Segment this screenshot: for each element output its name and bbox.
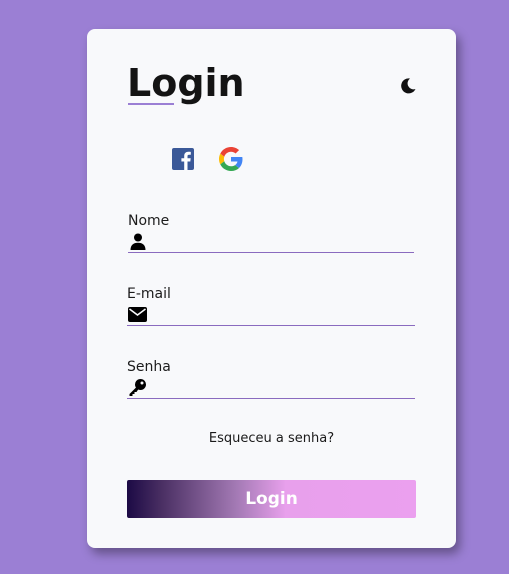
title-underline [128, 103, 174, 105]
email-input[interactable] [147, 304, 415, 324]
key-icon [127, 378, 147, 396]
facebook-icon [172, 148, 194, 170]
google-login-button[interactable] [219, 147, 243, 171]
user-icon [128, 232, 148, 250]
forgot-password-link[interactable]: Esqueceu a senha? [87, 431, 456, 446]
password-field: Senha [127, 358, 415, 399]
email-label: E-mail [127, 286, 171, 302]
envelope-icon [127, 305, 147, 323]
password-input-row [127, 376, 415, 399]
login-card: Login Nome E-mail Senha Esqueceu a senha… [87, 29, 456, 548]
email-input-row [127, 303, 415, 326]
theme-toggle-button[interactable] [399, 77, 417, 95]
email-field: E-mail [127, 285, 415, 326]
moon-icon [401, 78, 416, 94]
login-button[interactable]: Login [127, 480, 416, 518]
password-input[interactable] [147, 377, 415, 397]
facebook-login-button[interactable] [171, 147, 195, 171]
name-input-row [128, 230, 414, 253]
name-label: Nome [128, 213, 170, 229]
name-input[interactable] [148, 231, 414, 251]
name-field: Nome [128, 212, 414, 253]
page-title: Login [127, 61, 245, 105]
google-icon [219, 147, 243, 171]
password-label: Senha [127, 359, 171, 375]
